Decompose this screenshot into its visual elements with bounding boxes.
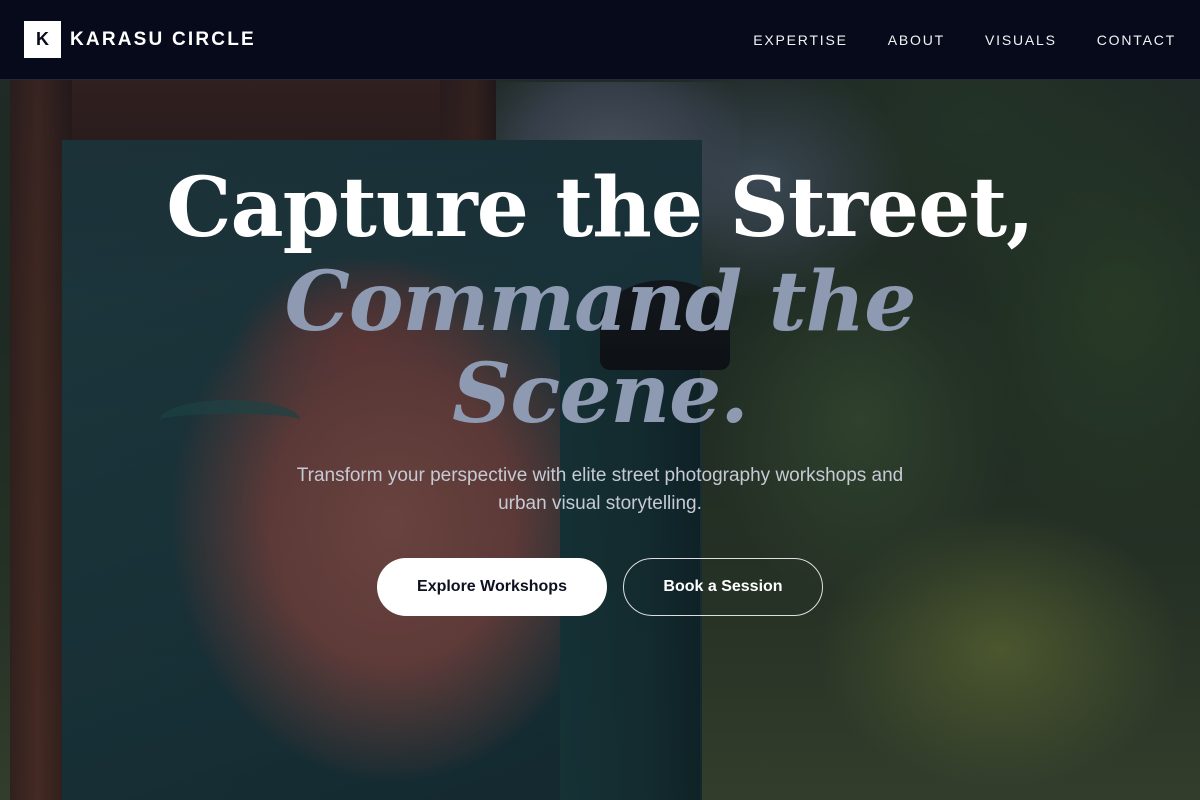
nav-link-visuals[interactable]: VISUALS xyxy=(985,32,1057,48)
brand-logo-link[interactable]: K KARASU CIRCLE xyxy=(24,21,256,58)
book-session-button[interactable]: Book a Session xyxy=(623,558,823,617)
hero-headline: Capture the Street, Command the Scene. xyxy=(166,160,1034,442)
top-navbar: K KARASU CIRCLE EXPERTISE ABOUT VISUALS … xyxy=(0,0,1200,80)
nav-link-about[interactable]: ABOUT xyxy=(888,32,945,48)
hero-cta-group: Explore Workshops Book a Session xyxy=(377,558,823,617)
explore-workshops-button[interactable]: Explore Workshops xyxy=(377,558,607,617)
brand-name: KARASU CIRCLE xyxy=(70,28,256,50)
headline-primary-line: Capture the Street, xyxy=(166,160,1034,256)
headline-accent-line: Command the Scene. xyxy=(284,253,917,442)
hero-subtitle: Transform your perspective with elite st… xyxy=(296,465,904,515)
hero-section: Capture the Street, Command the Scene. T… xyxy=(0,160,1200,617)
nav-link-expertise[interactable]: EXPERTISE xyxy=(753,32,848,48)
brand-mark-icon: K xyxy=(24,21,61,58)
primary-nav: EXPERTISE ABOUT VISUALS CONTACT xyxy=(753,32,1176,48)
nav-link-contact[interactable]: CONTACT xyxy=(1097,32,1176,48)
